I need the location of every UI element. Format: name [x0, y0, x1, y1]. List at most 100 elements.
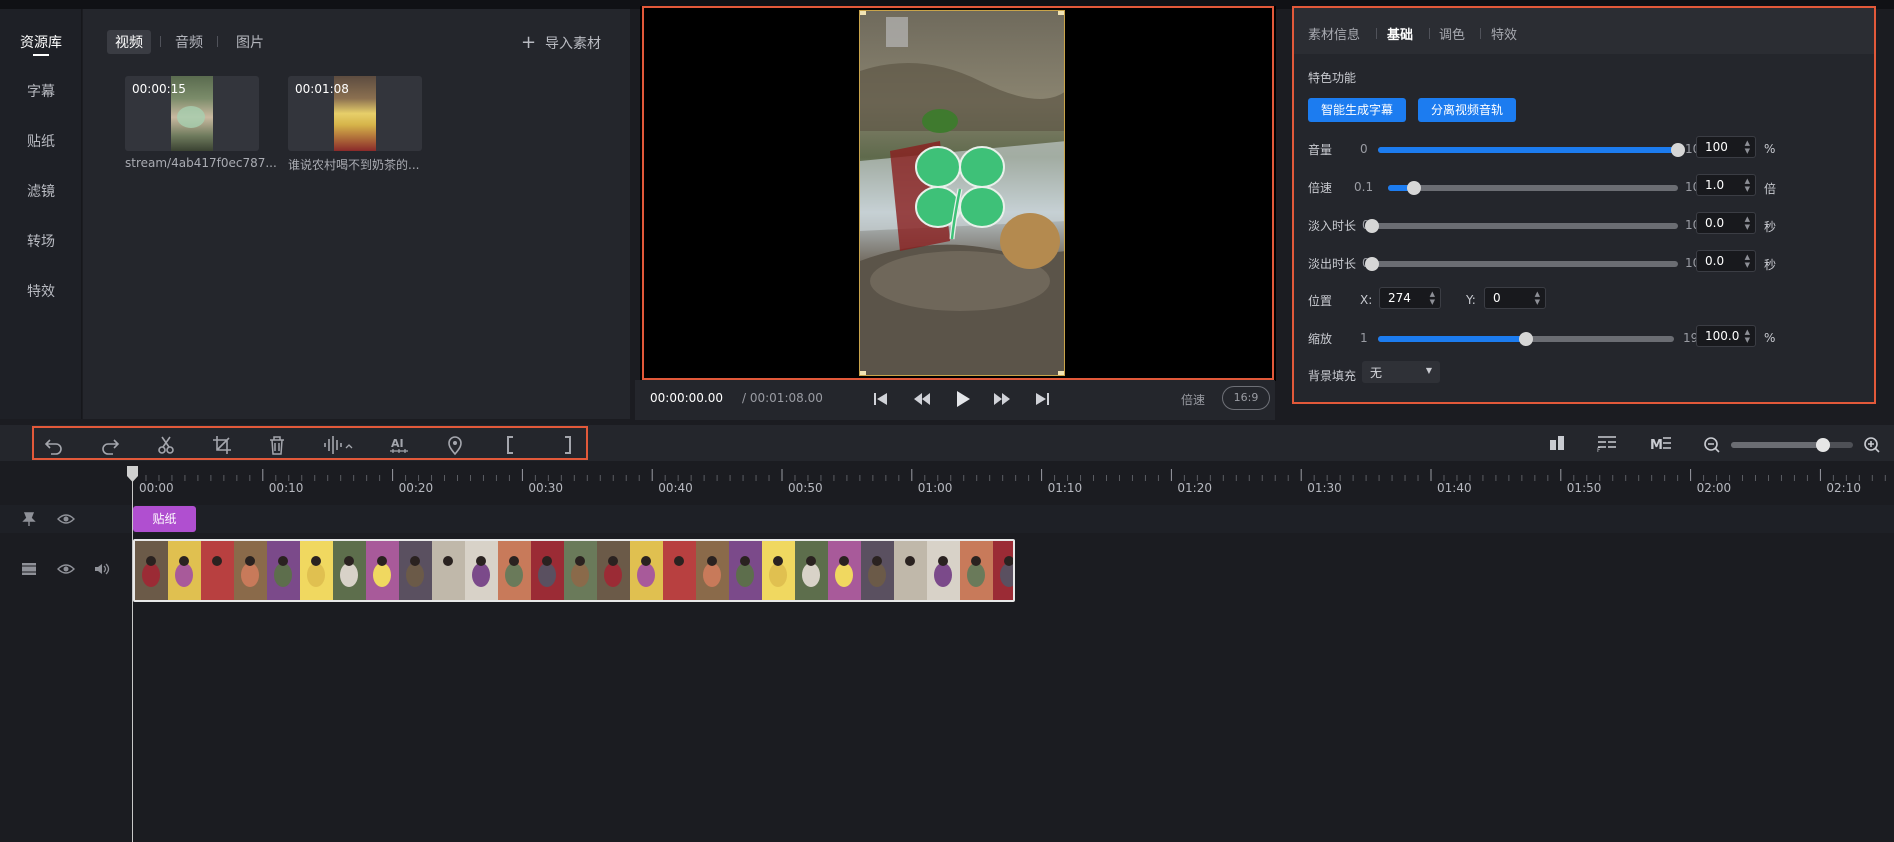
fade-in-input[interactable]: 0.0 ▲ ▼	[1696, 212, 1756, 234]
clip-frame	[762, 541, 795, 600]
video-clip[interactable]	[133, 539, 1015, 602]
tab-basic[interactable]: 基础	[1387, 24, 1413, 43]
import-label: 导入素材	[545, 36, 601, 52]
clip-frame	[795, 541, 828, 600]
clip-frame	[498, 541, 531, 600]
nav-item-subtitle[interactable]: 字幕	[0, 81, 82, 101]
tab-material-info[interactable]: 素材信息	[1308, 24, 1360, 43]
preview-highlight	[642, 6, 1274, 380]
slider-knob[interactable]	[1815, 438, 1830, 452]
align-icon[interactable]: F	[1596, 434, 1618, 452]
fade-in-unit: 秒	[1764, 220, 1777, 234]
media-name: 谁说农村喝不到奶茶的...	[288, 158, 420, 172]
scale-slider[interactable]	[1378, 332, 1674, 346]
ruler-tick-label: 00:00	[139, 481, 174, 495]
scale-input[interactable]: 100.0 ▲ ▼	[1696, 325, 1756, 347]
position-label: 位置	[1308, 294, 1333, 308]
sticker-track	[0, 505, 1894, 533]
snap-icon[interactable]	[1548, 434, 1566, 452]
volume-min: 0	[1360, 142, 1368, 156]
visibility-eye-icon[interactable]	[57, 562, 75, 576]
import-button[interactable]: + 导入素材	[521, 33, 601, 53]
sticker-clip[interactable]: 贴纸	[133, 506, 196, 532]
ruler-tick-label: 02:10	[1826, 481, 1861, 495]
clip-frame	[201, 541, 234, 600]
skip-start-icon[interactable]	[873, 392, 889, 406]
tab-separator	[1480, 28, 1481, 39]
clip-frame	[432, 541, 465, 600]
current-time: 00:00:00.00	[650, 391, 723, 405]
tab-audio[interactable]: 音频	[175, 32, 203, 52]
ruler-tick-label: 01:20	[1177, 481, 1212, 495]
position-x-input[interactable]: 274 ▲ ▼	[1379, 287, 1441, 309]
merge-icon[interactable]: M	[1650, 434, 1672, 452]
zoom-out-icon[interactable]	[1703, 436, 1721, 454]
nav-item-transition[interactable]: 转场	[0, 231, 82, 251]
tab-effect[interactable]: 特效	[1491, 24, 1517, 43]
playhead[interactable]	[132, 470, 133, 842]
speed-button[interactable]: 倍速	[1181, 391, 1205, 408]
section-title: 特色功能	[1308, 71, 1357, 85]
volume-input[interactable]: 100 ▲ ▼	[1696, 136, 1756, 158]
tab-image[interactable]: 图片	[236, 32, 264, 52]
position-x-label: X:	[1360, 293, 1373, 307]
scale-min: 1	[1360, 331, 1368, 345]
volume-icon[interactable]	[93, 562, 111, 576]
speed-slider[interactable]	[1388, 181, 1678, 195]
playhead-handle[interactable]	[126, 465, 139, 483]
pin-icon[interactable]	[21, 511, 37, 527]
slider-knob[interactable]	[1671, 143, 1685, 157]
clip-frame	[135, 541, 168, 600]
clip-frame	[729, 541, 762, 600]
clip-frame	[597, 541, 630, 600]
bg-fill-select[interactable]: 无 ▼	[1362, 361, 1440, 383]
clip-filmstrip	[135, 541, 1013, 600]
clip-frame	[234, 541, 267, 600]
clip-frame	[927, 541, 960, 600]
fast-forward-icon[interactable]	[993, 392, 1011, 406]
nav-item-library[interactable]: 资源库	[0, 32, 82, 52]
svg-text:M: M	[1650, 438, 1663, 452]
zoom-slider[interactable]	[1731, 438, 1853, 452]
media-item[interactable]: 00:01:08	[288, 76, 422, 151]
clip-frame	[630, 541, 663, 600]
slider-knob[interactable]	[1365, 219, 1379, 233]
visibility-eye-icon[interactable]	[57, 512, 75, 526]
fade-out-input[interactable]: 0.0 ▲ ▼	[1696, 250, 1756, 272]
tab-separator	[1376, 28, 1377, 39]
slider-knob[interactable]	[1365, 257, 1379, 271]
svg-text:F: F	[1597, 447, 1601, 452]
speed-input[interactable]: 1.0 ▲ ▼	[1696, 174, 1756, 196]
scale-label: 缩放	[1308, 332, 1333, 346]
nav-item-filter[interactable]: 滤镜	[0, 181, 82, 201]
slider-knob[interactable]	[1407, 181, 1422, 195]
tab-separator	[160, 36, 161, 47]
props-tab-bar	[1294, 8, 1874, 54]
aspect-ratio-button[interactable]: 16:9	[1222, 386, 1270, 410]
video-track-icon	[22, 563, 36, 575]
volume-slider[interactable]	[1378, 143, 1685, 157]
fade-in-slider[interactable]	[1365, 219, 1678, 233]
rewind-icon[interactable]	[913, 392, 931, 406]
skip-end-icon[interactable]	[1034, 392, 1050, 406]
clip-frame	[861, 541, 894, 600]
generate-subtitle-button[interactable]: 智能生成字幕	[1308, 98, 1406, 122]
play-icon[interactable]	[955, 390, 971, 408]
slider-knob[interactable]	[1519, 332, 1533, 346]
position-y-input[interactable]: 0 ▲ ▼	[1484, 287, 1546, 309]
ruler-tick-label: 01:30	[1307, 481, 1342, 495]
tab-video[interactable]: 视频	[107, 30, 151, 54]
tab-color[interactable]: 调色	[1439, 24, 1465, 43]
properties-panel: 素材信息 基础 调色 特效 特色功能 智能生成字幕 分离视频音轨 音量 0 10…	[1292, 6, 1876, 404]
zoom-in-icon[interactable]	[1863, 436, 1881, 454]
nav-item-effect[interactable]: 特效	[0, 281, 82, 301]
nav-item-sticker[interactable]: 贴纸	[0, 131, 82, 151]
ruler-tick-label: 00:50	[788, 481, 823, 495]
clip-frame	[663, 541, 696, 600]
media-panel: 视频 音频 图片 + 导入素材 00:00:15 stream/4ab417f0e…	[83, 9, 630, 419]
media-item[interactable]: 00:00:15	[125, 76, 259, 151]
fade-out-slider[interactable]	[1365, 257, 1678, 271]
separate-audio-button[interactable]: 分离视频音轨	[1418, 98, 1516, 122]
clip-frame	[564, 541, 597, 600]
clip-frame	[267, 541, 300, 600]
